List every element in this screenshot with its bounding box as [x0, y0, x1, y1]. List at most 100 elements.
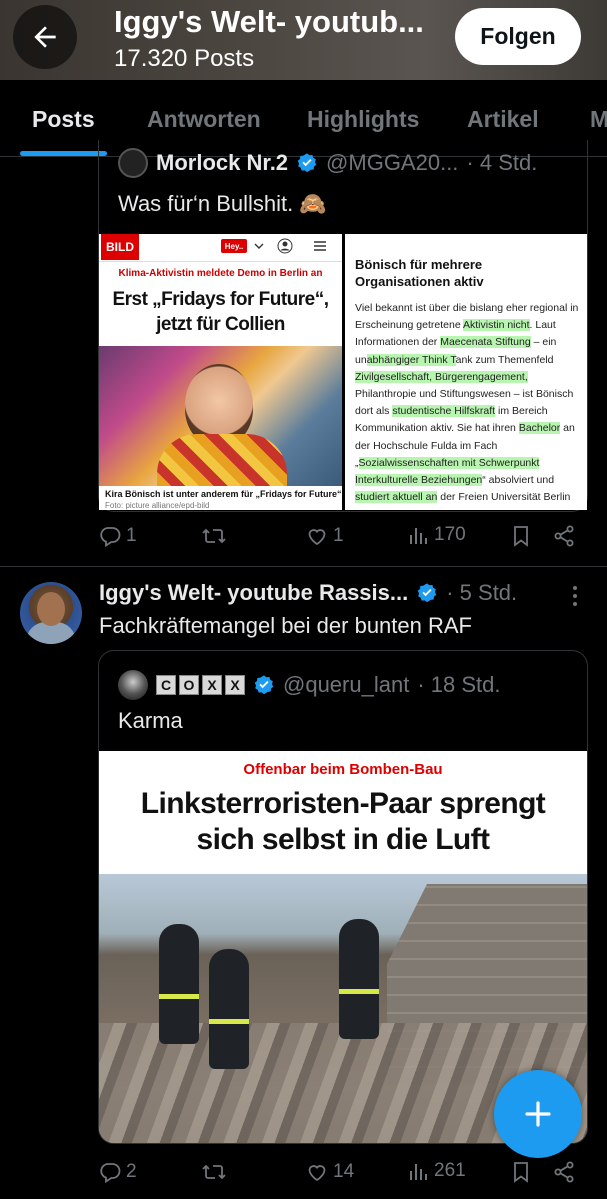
post-action-bar: 2 14 261: [98, 1160, 588, 1190]
like-count: 1: [333, 525, 344, 546]
name-letter: X: [225, 675, 245, 695]
reply-button[interactable]: 1: [98, 524, 137, 548]
views-icon: [408, 524, 430, 546]
compose-plus-icon: [522, 1098, 554, 1130]
quoted-author-handle[interactable]: @MGGA20...: [326, 150, 458, 176]
tab-highlights[interactable]: Highlights: [307, 106, 419, 133]
repost-button[interactable]: [201, 1160, 227, 1184]
avatar[interactable]: [118, 670, 148, 700]
profile-header: Iggy's Welt- youtub... 17.320 Posts Folg…: [0, 0, 607, 80]
quoted-post-time: · 4 Std.: [466, 150, 538, 175]
article-subheadline: Bönisch für mehrere Organisationen aktiv: [355, 257, 484, 289]
like-count: 14: [333, 1161, 355, 1182]
name-letter: X: [202, 675, 222, 695]
photo-firefighter: [209, 949, 249, 1069]
avatar[interactable]: [20, 582, 82, 644]
repost-button[interactable]: [201, 524, 227, 548]
tab-artikel[interactable]: Artikel: [467, 106, 539, 133]
avatar[interactable]: [118, 148, 148, 178]
post-image-article-text[interactable]: Bönisch für mehrere Organisationen aktiv…: [345, 234, 587, 510]
views-count: 170: [434, 524, 466, 545]
quoted-post-text: Was für‘n Bullshit. 🙈: [118, 191, 327, 216]
share-icon: [552, 524, 576, 548]
tab-posts[interactable]: Posts: [32, 106, 95, 133]
active-tab-indicator: [20, 151, 107, 156]
follow-button[interactable]: Folgen: [455, 8, 581, 65]
back-arrow-icon: [29, 21, 61, 53]
article-body-text: Viel bekannt ist über die bislang eher r…: [355, 300, 583, 506]
article-headline: Erst „Fridays for Future“, jetzt für Col…: [112, 289, 329, 335]
author-name[interactable]: Iggy's Welt- youtube Rassis...: [99, 580, 408, 606]
highlighted-text: Bachelor: [518, 422, 561, 435]
highlighted-text: studentische Hilfskraft: [392, 405, 496, 418]
tab-more[interactable]: M: [590, 106, 607, 133]
avatar-face: [37, 592, 65, 626]
share-button[interactable]: [552, 1160, 576, 1184]
share-icon: [552, 1160, 576, 1184]
menu-icon: [313, 240, 327, 252]
photo-credit: Foto: picture alliance/epd-bild: [105, 501, 210, 510]
highlighted-text: abhängiger Think T: [366, 353, 456, 366]
body-text: ank zum Themenfeld: [455, 353, 554, 366]
quoted-post-header: C O X X @queru_lant · 18 Std.: [118, 670, 500, 700]
highlighted-text: Aktivistin nicht: [463, 319, 530, 332]
hey-badge: Hey..: [221, 239, 247, 253]
user-icon: [277, 238, 293, 254]
more-options-button[interactable]: [565, 583, 585, 609]
photo-firefighter: [339, 919, 379, 1039]
like-button[interactable]: 1: [305, 524, 344, 548]
chevron-down-icon: [254, 241, 264, 251]
like-icon: [305, 524, 329, 548]
post-time: · 5 Std.: [446, 580, 518, 605]
reply-count: 1: [126, 525, 137, 546]
verified-badge-icon: [253, 674, 275, 696]
repost-icon: [201, 524, 227, 548]
name-letter: C: [156, 675, 176, 695]
body-text: der Freien Universität Berlin: [437, 491, 571, 504]
verified-badge-icon: [296, 152, 318, 174]
highlighted-text: Zivilgesellschaft, Bürgerengagement,: [355, 370, 528, 383]
post-action-bar: 1 1 170: [98, 524, 588, 554]
quoted-post-header: Morlock Nr.2 @MGGA20... · 4 Std.: [118, 148, 537, 178]
views-button[interactable]: 261: [408, 1160, 466, 1182]
quoted-author-handle[interactable]: @queru_lant: [283, 672, 409, 698]
reply-button[interactable]: 2: [98, 1160, 137, 1184]
article-kicker: Klima-Aktivistin meldete Demo in Berlin …: [118, 268, 323, 279]
views-count: 261: [434, 1160, 466, 1181]
views-icon: [408, 1160, 430, 1182]
like-button[interactable]: 14: [305, 1160, 354, 1184]
quoted-author-name[interactable]: Morlock Nr.2: [156, 150, 288, 176]
bookmark-icon: [510, 1160, 532, 1184]
tab-antworten[interactable]: Antworten: [147, 106, 261, 133]
post-image-bild-article[interactable]: BILD Hey.. Klima-Aktivistin meldete Demo…: [99, 234, 342, 510]
highlighted-text: studiert aktuell an: [355, 491, 438, 504]
more-icon: [565, 583, 585, 609]
article-headline: Linksterroristen-Paar sprengt sich selbs…: [140, 787, 546, 856]
compose-button[interactable]: [494, 1070, 582, 1158]
back-button[interactable]: [13, 5, 77, 69]
quoted-post-time: · 18 Std.: [417, 672, 501, 697]
photo-clothing: [157, 434, 287, 486]
share-button[interactable]: [552, 524, 576, 548]
photo-caption: Kira Bönisch ist unter anderem für „Frid…: [105, 489, 342, 499]
quoted-post-text: Karma: [118, 708, 183, 733]
post-divider: [0, 566, 607, 567]
bookmark-button[interactable]: [510, 524, 532, 548]
verified-badge-icon: [416, 582, 438, 604]
repost-icon: [201, 1160, 227, 1184]
reply-icon: [98, 524, 122, 548]
posts-count: 17.320 Posts: [114, 45, 255, 72]
name-letter: O: [179, 675, 199, 695]
views-button[interactable]: 170: [408, 524, 466, 546]
quoted-author-name[interactable]: C O X X: [156, 675, 245, 695]
bild-topbar: BILD Hey..: [99, 234, 342, 262]
like-icon: [305, 1160, 329, 1184]
reply-count: 2: [126, 1161, 137, 1182]
photo-firefighter: [159, 924, 199, 1044]
body-text: “ absolviert und: [482, 474, 555, 487]
bookmark-icon: [510, 524, 532, 548]
reply-icon: [98, 1160, 122, 1184]
bookmark-button[interactable]: [510, 1160, 532, 1184]
article-kicker: Offenbar beim Bomben-Bau: [243, 761, 443, 778]
post-text: Fachkräftemangel bei der bunten RAF: [99, 613, 472, 638]
